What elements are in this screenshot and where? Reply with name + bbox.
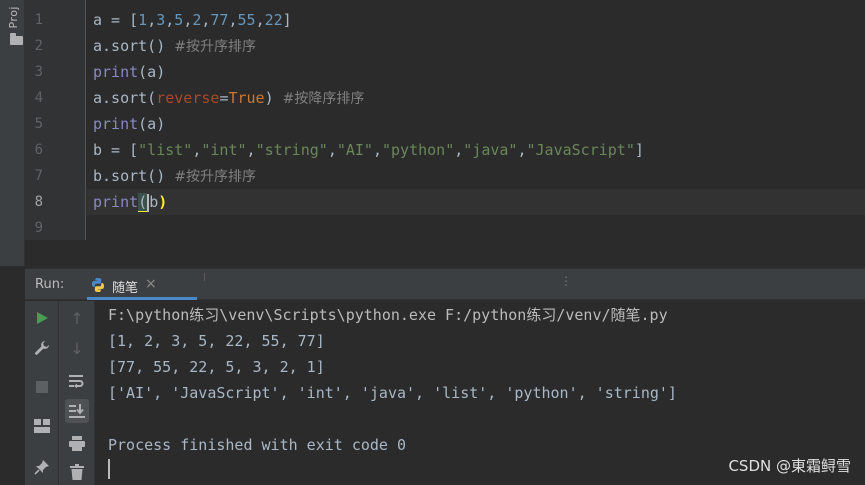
line-number: 6 bbox=[34, 142, 43, 158]
code-line-3[interactable]: print(a) bbox=[93, 59, 165, 85]
layout-icon[interactable] bbox=[30, 414, 54, 438]
run-tab-title: 随笔 bbox=[112, 281, 139, 296]
code-line-7[interactable]: b.sort() #按升序排序 bbox=[93, 163, 256, 189]
run-toolbar-secondary: ↑ ↓ bbox=[59, 301, 95, 485]
soft-wrap-icon[interactable] bbox=[65, 369, 89, 393]
project-tool-strip: Proj bbox=[0, 0, 25, 266]
run-panel-label: Run: bbox=[35, 277, 65, 292]
project-tool-label: Proj bbox=[7, 6, 20, 29]
arrow-up-icon[interactable]: ↑ bbox=[65, 306, 89, 330]
arrow-down-icon[interactable]: ↓ bbox=[65, 336, 89, 360]
run-toolbar-primary bbox=[25, 301, 59, 485]
play-icon[interactable] bbox=[30, 306, 54, 330]
console-caret bbox=[108, 459, 110, 479]
divider bbox=[204, 273, 205, 281]
console-output-line: [77, 55, 22, 5, 3, 2, 1] bbox=[108, 358, 325, 376]
code-line-8[interactable]: print(b) bbox=[93, 189, 167, 215]
wrench-icon[interactable] bbox=[30, 336, 54, 360]
line-number: 3 bbox=[34, 64, 43, 80]
line-number: 2 bbox=[34, 38, 43, 54]
line-number: 4 bbox=[34, 90, 43, 106]
close-icon[interactable]: × bbox=[145, 276, 157, 292]
print-icon[interactable] bbox=[65, 431, 89, 455]
line-number: 9 bbox=[34, 220, 43, 236]
folder-icon bbox=[10, 33, 23, 45]
run-tab[interactable]: 随笔 × bbox=[87, 269, 197, 300]
line-number-gutter: 1 2 3 4 5 6 7 8 9 bbox=[25, 0, 86, 240]
line-number: 1 bbox=[34, 12, 43, 28]
project-tool-button[interactable]: Proj bbox=[4, 4, 23, 45]
drag-handle[interactable]: ⋮ bbox=[560, 274, 572, 288]
pin-icon[interactable] bbox=[30, 455, 54, 479]
console-command-line: F:\python练习\venv\Scripts\python.exe F:/p… bbox=[108, 306, 668, 324]
code-line-4[interactable]: a.sort(reverse=True) #按降序排序 bbox=[93, 85, 364, 111]
code-line-1[interactable]: a = [1,3,5,2,77,55,22] bbox=[93, 7, 292, 33]
run-panel-header: Run: 随笔 × ⋮ bbox=[25, 268, 865, 300]
stop-icon[interactable] bbox=[30, 375, 54, 399]
console-output-line: [1, 2, 3, 5, 22, 55, 77] bbox=[108, 332, 325, 350]
watermark: CSDN @東霜鲟雪 bbox=[728, 457, 851, 475]
line-number: 7 bbox=[34, 168, 43, 184]
console-exit-line: Process finished with exit code 0 bbox=[108, 436, 407, 454]
scroll-to-end-icon[interactable] bbox=[65, 399, 89, 423]
console-output-line: ['AI', 'JavaScript', 'int', 'java', 'lis… bbox=[108, 384, 677, 402]
current-line-highlight bbox=[87, 189, 865, 215]
code-editor[interactable]: 1 2 3 4 5 6 7 8 9 a = [1,3,5,2,77,55,22]… bbox=[25, 0, 865, 240]
trash-icon[interactable] bbox=[65, 460, 89, 484]
code-line-2[interactable]: a.sort() #按升序排序 bbox=[93, 33, 256, 59]
line-number: 5 bbox=[34, 116, 43, 132]
code-line-5[interactable]: print(a) bbox=[93, 111, 165, 137]
code-line-6[interactable]: b = ["list","int","string","AI","python"… bbox=[93, 137, 644, 163]
python-file-icon bbox=[92, 278, 104, 292]
editor-empty-area bbox=[25, 240, 865, 266]
line-number-active: 8 bbox=[34, 194, 43, 210]
